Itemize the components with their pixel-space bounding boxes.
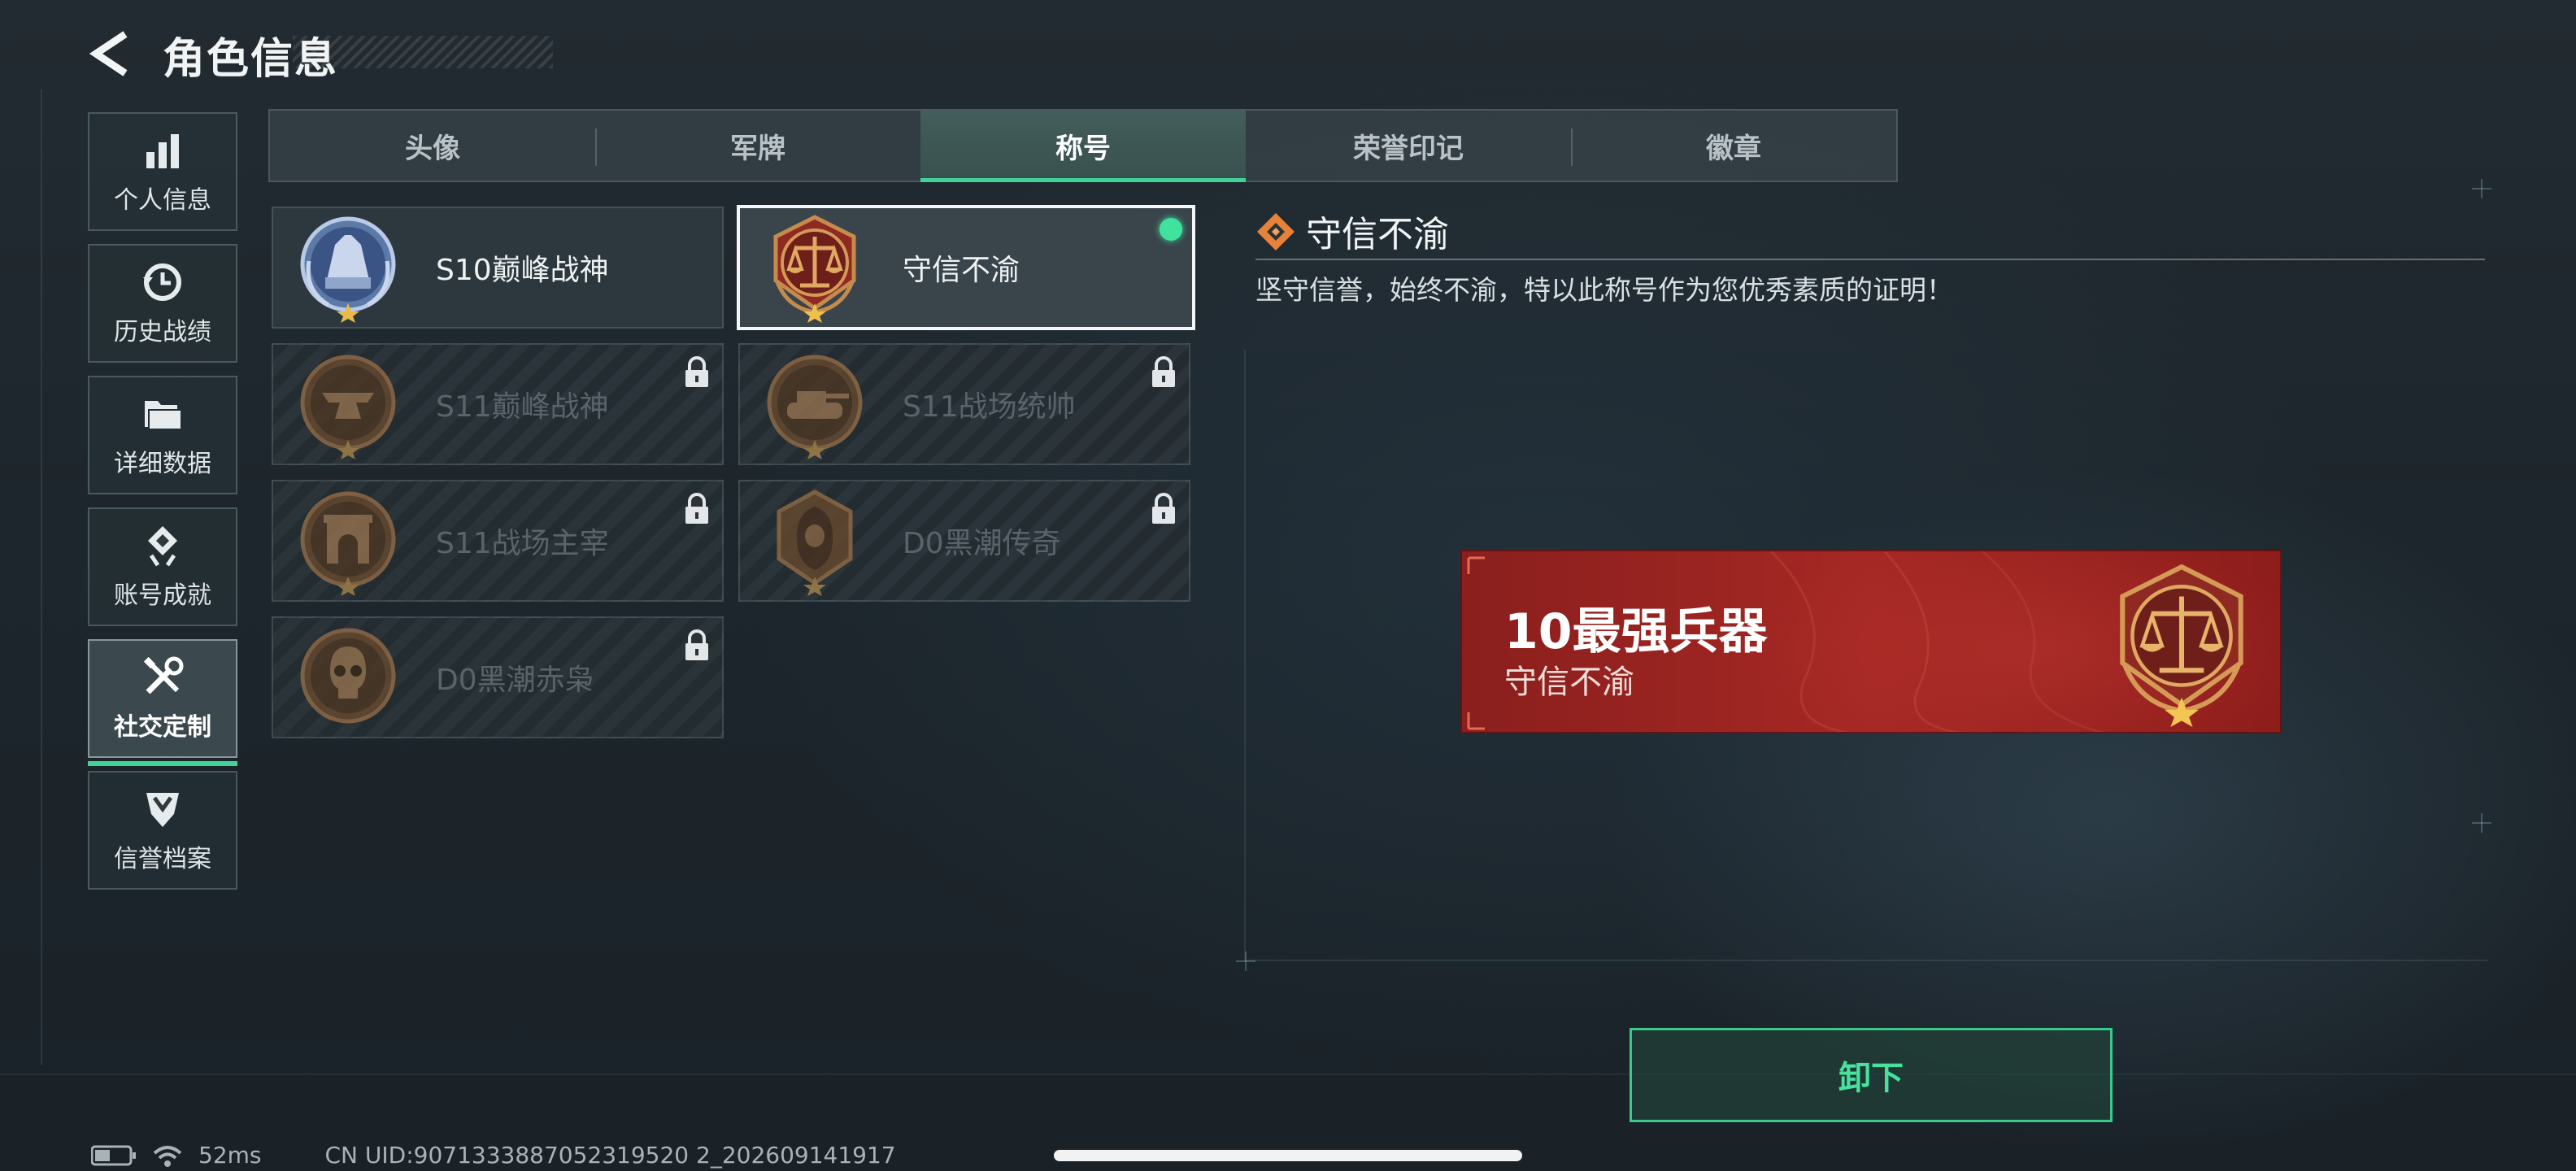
status-bar: 52ms CN UID:9071333887052319520 2_202609… <box>91 1142 896 1169</box>
detail-title: 守信不渝 <box>1306 214 1449 255</box>
arch-medal-icon <box>300 491 396 596</box>
title-name: D0黑潮传奇 <box>903 527 1061 560</box>
title-card-locked[interactable]: S11战场主宰 <box>272 480 724 602</box>
bar-chart-icon <box>146 134 179 168</box>
scales-medal-icon <box>2120 564 2243 727</box>
preview-subtitle: 守信不渝 <box>1504 664 1634 701</box>
clock-history-icon <box>143 263 181 301</box>
folder-icon <box>145 401 181 429</box>
frame-line <box>1244 960 2488 961</box>
title-card-locked[interactable]: S11巅峰战神 <box>272 343 724 465</box>
category-tabs: 头像 军牌 称号 荣誉印记 徽章 <box>268 109 1898 182</box>
sidebar-item-label: 个人信息 <box>114 186 211 215</box>
lock-icon <box>1152 356 1175 387</box>
detail-description: 坚守信誉，始终不渝，特以此称号作为您优秀素质的证明！ <box>1255 274 1953 306</box>
tab-honor-mark[interactable]: 荣誉印记 <box>1246 111 1571 181</box>
title-card-locked[interactable]: D0黑潮传奇 <box>738 480 1190 602</box>
sidebar-item-label: 社交定制 <box>114 713 211 742</box>
scales-medal-icon <box>773 215 856 323</box>
sidebar-item-achievements[interactable]: 账号成就 <box>88 507 237 626</box>
home-indicator[interactable] <box>1054 1150 1522 1161</box>
title-diamond-icon <box>1257 213 1295 250</box>
lock-icon <box>1152 493 1175 524</box>
frame-line <box>41 89 42 1065</box>
sidebar-item-credit[interactable]: 信誉档案 <box>88 771 237 890</box>
uid-text: CN UID:9071333887052319520 2_20260914191… <box>324 1142 896 1169</box>
detail-divider <box>1255 259 2485 260</box>
page-title: 角色信息 <box>163 35 339 84</box>
anvil-medal-icon <box>300 355 396 459</box>
sidebar-item-details[interactable]: 详细数据 <box>88 376 237 494</box>
tab-dog-tag[interactable]: 军牌 <box>595 111 920 181</box>
latency-text: 52ms <box>198 1142 262 1169</box>
title-card-locked[interactable]: D0黑潮赤枭 <box>272 616 724 738</box>
crosshair-decor <box>1236 951 1255 971</box>
sidebar-item-label: 历史战绩 <box>114 318 211 346</box>
achievement-icon <box>148 526 177 567</box>
sidebar-item-social-custom[interactable]: 社交定制 <box>88 639 237 766</box>
tools-icon <box>143 656 184 694</box>
unequip-button[interactable]: 卸下 <box>1630 1028 2113 1122</box>
equipped-indicator <box>1160 218 1182 241</box>
title-name: S11巅峰战神 <box>436 390 609 424</box>
title-preview-banner: 10最强兵器 守信不渝 <box>1460 550 2282 734</box>
back-button[interactable] <box>88 29 137 78</box>
title-name: D0黑潮赤枭 <box>436 664 594 697</box>
frame-line <box>1244 350 1246 960</box>
battery-icon <box>91 1145 136 1165</box>
back-arrow-icon <box>89 31 128 76</box>
lock-icon <box>685 493 708 524</box>
lock-icon <box>685 629 708 660</box>
fortress-medal-icon <box>300 216 396 323</box>
frame-line <box>0 1073 2576 1075</box>
tank-medal-icon <box>767 355 863 459</box>
title-card-selected[interactable]: 守信不渝 <box>737 205 1195 330</box>
tab-avatar[interactable]: 头像 <box>270 111 595 181</box>
skull-medal-icon <box>300 628 396 724</box>
tab-badge[interactable]: 徽章 <box>1571 111 1896 181</box>
lock-icon <box>685 356 708 387</box>
title-name: S11战场主宰 <box>436 527 609 560</box>
sidebar-item-label: 账号成就 <box>114 581 211 610</box>
sidebar-item-label: 详细数据 <box>114 450 211 478</box>
title-name: S11战场统帅 <box>903 390 1076 424</box>
sidebar-item-label: 信誉档案 <box>114 845 211 873</box>
title-card[interactable]: S10巅峰战神 <box>272 207 724 329</box>
tab-title[interactable]: 称号 <box>920 111 1246 182</box>
wifi-icon <box>153 1145 182 1167</box>
sidebar-item-profile[interactable]: 个人信息 <box>88 112 237 231</box>
hooded-figure-medal-icon <box>777 490 853 596</box>
preview-headline: 10最强兵器 <box>1504 603 1768 660</box>
title-name: 守信不渝 <box>903 254 1020 287</box>
title-card-locked[interactable]: S11战场统帅 <box>738 343 1190 465</box>
sidebar-item-history[interactable]: 历史战绩 <box>88 244 237 363</box>
shield-chevron-icon <box>146 793 179 827</box>
title-name: S10巅峰战神 <box>436 254 609 287</box>
crosshair-decor <box>2472 179 2491 198</box>
crosshair-decor <box>2472 813 2491 833</box>
